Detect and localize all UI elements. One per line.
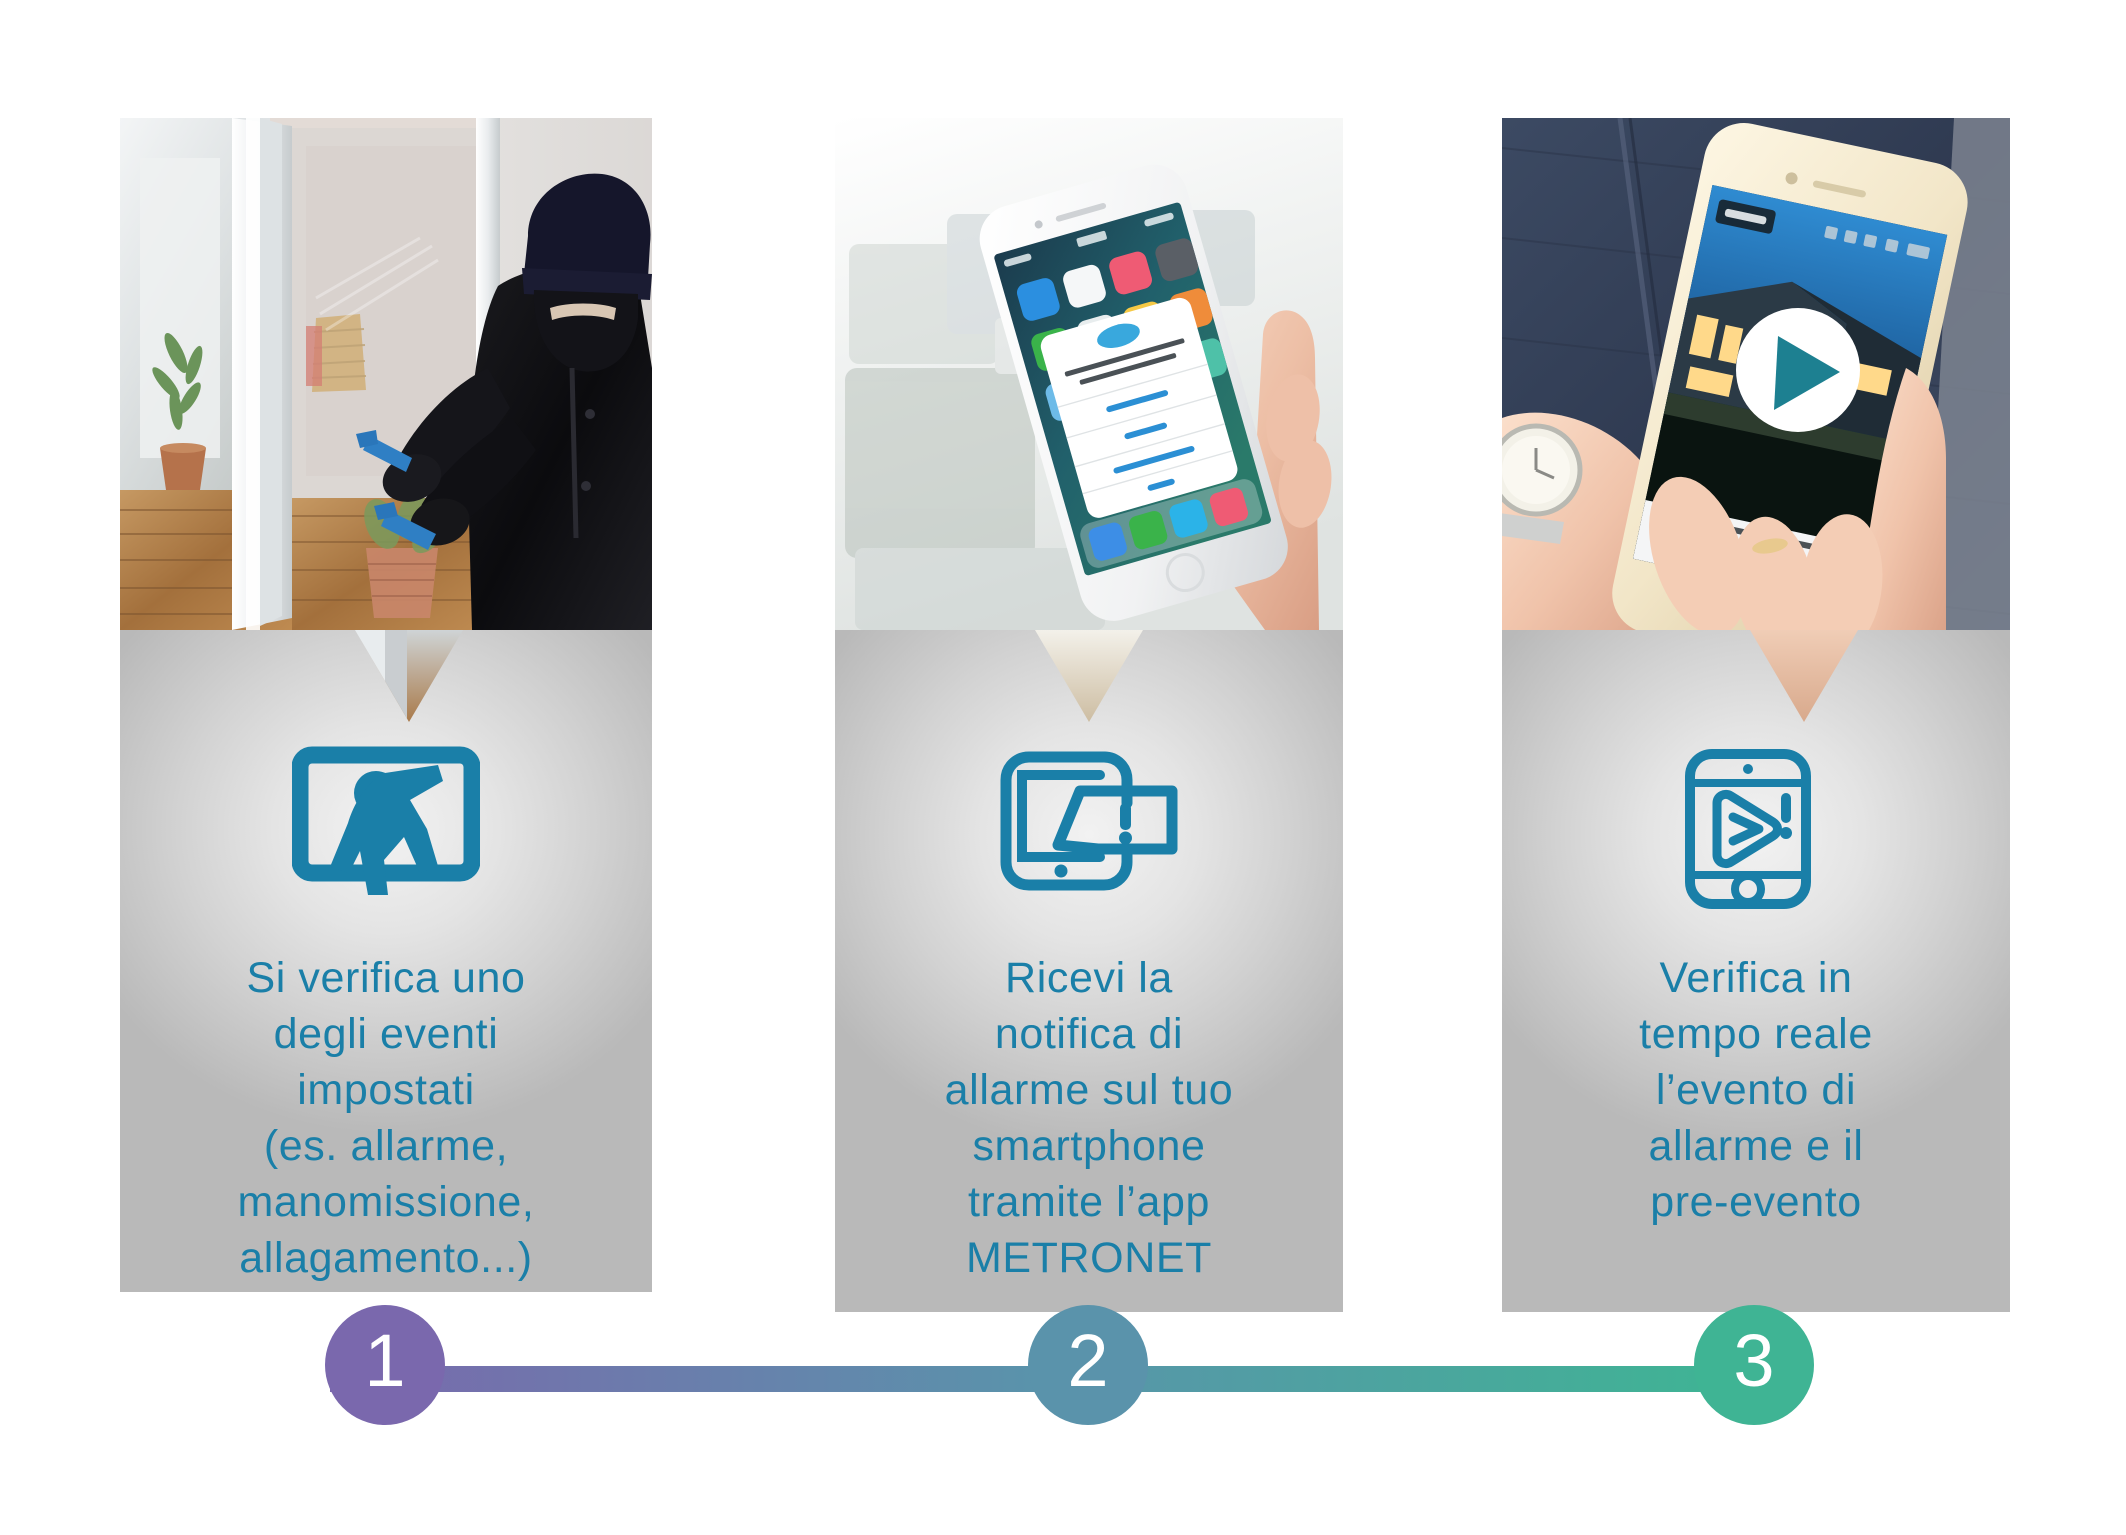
- burglar-breaking-window-photo: [120, 118, 652, 630]
- timeline: 1 2 3: [0, 1305, 2126, 1425]
- step-badge-3[interactable]: 3: [1694, 1305, 1814, 1425]
- step-number-3: 3: [1733, 1319, 1775, 1402]
- step-caption-3: Verifica in tempo reale l’evento di alla…: [1639, 954, 1873, 1226]
- phone-alert-notification-icon: [835, 745, 1343, 897]
- hands-holding-smartphone-video-photo: [1502, 118, 2010, 630]
- step-badge-2[interactable]: 2: [1028, 1305, 1148, 1425]
- infographic-canvas: Si verifica uno degli eventi impostati (…: [0, 0, 2126, 1535]
- phone-video-play-alert-icon: [1502, 745, 2010, 913]
- photo-pointer-3: [1750, 630, 1858, 722]
- step-number-1: 1: [364, 1319, 406, 1402]
- hand-holding-smartphone-notification-photo: [835, 118, 1343, 630]
- intruder-window-icon: [120, 745, 652, 895]
- step-number-2: 2: [1067, 1319, 1109, 1402]
- photo-pointer-2: [1035, 630, 1143, 722]
- step-badge-1[interactable]: 1: [325, 1305, 445, 1425]
- step-caption-2: Ricevi la notifica di allarme sul tuo sm…: [944, 954, 1234, 1282]
- card-notch-1: [355, 0, 463, 92]
- photo-pointer-1: [355, 630, 463, 722]
- step-caption-1: Si verifica uno degli eventi impostati (…: [237, 954, 535, 1282]
